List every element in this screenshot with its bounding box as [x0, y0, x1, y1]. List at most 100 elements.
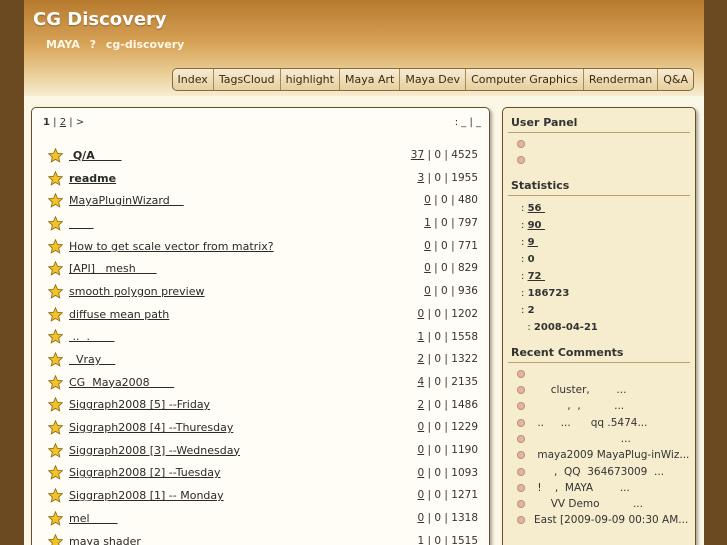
site-subtitle: MAYA ? cg-discovery [46, 38, 185, 51]
bullet-icon [517, 418, 525, 427]
user-panel-item[interactable] [517, 152, 695, 168]
reply-count-link[interactable]: 0 [424, 262, 431, 274]
topic-link[interactable]: Siggraph2008 [4] --Thuresday [69, 421, 233, 434]
statistic-value[interactable]: 72 [528, 271, 545, 282]
nav-renderman[interactable]: Renderman [582, 69, 657, 90]
reply-count-link[interactable]: 37 [411, 149, 424, 161]
site-title[interactable]: CG Discovery [33, 9, 167, 30]
topic-counts: | 0 | 936 [430, 285, 478, 298]
topic-row: .. . 1 | 0 | 1558 [47, 326, 479, 349]
topic-counts: | 0 | 1318 [424, 512, 479, 524]
statistic-value[interactable]: 90 [528, 220, 545, 231]
statistic-item: : 56 [521, 200, 695, 217]
topic-row: 1 | 0 | 797 [47, 212, 478, 235]
star-icon [47, 147, 64, 163]
topic-stats: 2 | 0 | 1322 [417, 348, 478, 370]
recent-comment-text: , , ... [534, 400, 625, 413]
topic-link[interactable]: Q/A [69, 149, 122, 162]
star-icon [47, 170, 64, 186]
nav-highlight[interactable]: highlight [279, 69, 339, 90]
bullet-icon [517, 140, 525, 149]
topic-link[interactable]: .. . [69, 330, 114, 343]
nav-maya-dev[interactable]: Maya Dev [399, 69, 465, 90]
topic-link[interactable]: smooth polygon preview [69, 285, 205, 298]
statistic-value: 2008-04-21 [533, 321, 598, 333]
recent-comment-item[interactable]: .. ... qq .5474... [517, 414, 695, 430]
topic-link[interactable]: MayaPluginWizard [69, 194, 184, 207]
reply-count-link[interactable]: 0 [424, 194, 431, 206]
topic-row: CG Maya2008 4 | 0 | 2135 [47, 371, 478, 394]
star-icon [47, 215, 64, 231]
topic-list-panel: 1 | 2 | > : _ | _ Q/A 37 | 0 | 4525 readm… [31, 107, 490, 545]
recent-comment-text: .. ... qq .5474... [534, 416, 648, 429]
star-icon [47, 533, 64, 545]
topic-link[interactable]: Siggraph2008 [2] --Tuesday [69, 466, 220, 479]
topic-link[interactable]: Vray [69, 353, 115, 366]
recent-comment-text: ! , MAYA ... [534, 481, 630, 494]
topic-link[interactable]: How to get scale vector from matrix? [69, 240, 274, 253]
user-panel-item[interactable] [517, 136, 695, 152]
statistic-item: : 2008-04-21 [521, 319, 695, 336]
topic-stats: 1 | 0 | 797 [424, 212, 478, 234]
topic-row: Siggraph2008 [1] -- Monday 0 | 0 | 1271 [47, 484, 478, 507]
topic-counts: | 0 | 1190 [424, 443, 479, 456]
topic-counts: | 0 | 1515 [424, 534, 479, 545]
nav-tagscloud[interactable]: TagsCloud [212, 69, 280, 90]
bullet-icon [517, 483, 525, 492]
bullet-icon [517, 451, 525, 460]
topic-counts: | 0 | 1558 [424, 330, 479, 343]
star-icon [47, 397, 64, 413]
topic-link[interactable] [69, 217, 93, 230]
recent-comment-text: East [2009-09-09 00:30 AM... [534, 514, 689, 527]
bullet-icon [517, 500, 525, 509]
topic-link[interactable]: readme [69, 172, 116, 185]
statistic-value: 186723 [527, 287, 570, 299]
topic-link[interactable]: [API] mesh [69, 262, 157, 275]
reply-count-link[interactable]: 0 [424, 240, 431, 252]
statistic-value[interactable]: 9 [528, 237, 538, 248]
topic-link[interactable]: CG Maya2008 [69, 376, 174, 389]
site-header: CG Discovery MAYA ? cg-discovery Index T… [24, 0, 704, 96]
nav-qa[interactable]: Q&A [657, 69, 693, 90]
topic-link[interactable]: mel [69, 512, 118, 525]
recent-comment-item[interactable]: , QQ 364673009 ... [517, 463, 695, 479]
star-icon [47, 419, 64, 435]
topic-row: maya shader 1 | 0 | 1515 [47, 530, 479, 545]
nav-maya-art[interactable]: Maya Art [338, 69, 399, 90]
reply-count-link[interactable]: 0 [424, 285, 431, 297]
topic-stats: 0 | 0 | 480 [424, 189, 478, 211]
reply-count-link[interactable]: 1 [424, 217, 431, 229]
topic-stats: 0 | 0 | 1229 [417, 416, 478, 438]
recent-comment-item[interactable] [517, 366, 695, 382]
statistic-value[interactable]: 56 [528, 203, 545, 214]
topic-link[interactable]: Siggraph2008 [1] -- Monday [69, 489, 224, 502]
statistic-value: 0 [527, 253, 535, 265]
topic-link[interactable]: Siggraph2008 [3] --Wednesday [69, 444, 240, 457]
topic-link[interactable]: Siggraph2008 [5] --Friday [69, 398, 210, 411]
recent-comment-item[interactable]: cluster, ... [517, 382, 695, 398]
bullet-icon [517, 369, 525, 378]
star-icon [47, 374, 64, 390]
recent-comment-item[interactable]: East [2009-09-09 00:30 AM... [517, 512, 695, 528]
nav-computer-graphics[interactable]: Computer Graphics [465, 69, 583, 90]
statistic-item: : 186723 [521, 285, 695, 302]
topic-row: How to get scale vector from matrix? 0 | … [47, 235, 478, 258]
recent-comment-item[interactable]: , , ... [517, 398, 695, 414]
topic-link[interactable]: maya shader [69, 535, 141, 545]
topic-counts: | 0 | 4525 [424, 149, 479, 161]
topic-row: smooth polygon preview 0 | 0 | 936 [47, 280, 478, 303]
bullet-icon [517, 516, 525, 525]
recent-comment-text: maya2009 MayaPlug-inWiz... [534, 449, 690, 462]
topic-stats: 0 | 0 | 936 [424, 280, 478, 302]
page-next-link[interactable]: > [76, 117, 84, 128]
recent-comment-text: cluster, ... [534, 384, 627, 397]
topic-link[interactable]: diffuse mean path [69, 308, 169, 321]
recent-comment-item[interactable]: ... [517, 431, 695, 447]
nav-index[interactable]: Index [173, 69, 213, 90]
recent-comment-item[interactable]: maya2009 MayaPlug-inWiz... [517, 447, 695, 463]
recent-comment-item[interactable]: ! , MAYA ... [517, 480, 695, 496]
topic-list: Q/A 37 | 0 | 4525 readme 3 | 0 | 1955 MayaP… [47, 144, 479, 545]
recent-comment-item[interactable]: VV Demo ... [517, 496, 695, 512]
bullet-icon [517, 467, 525, 476]
topic-counts: | 0 | 1486 [424, 398, 479, 411]
